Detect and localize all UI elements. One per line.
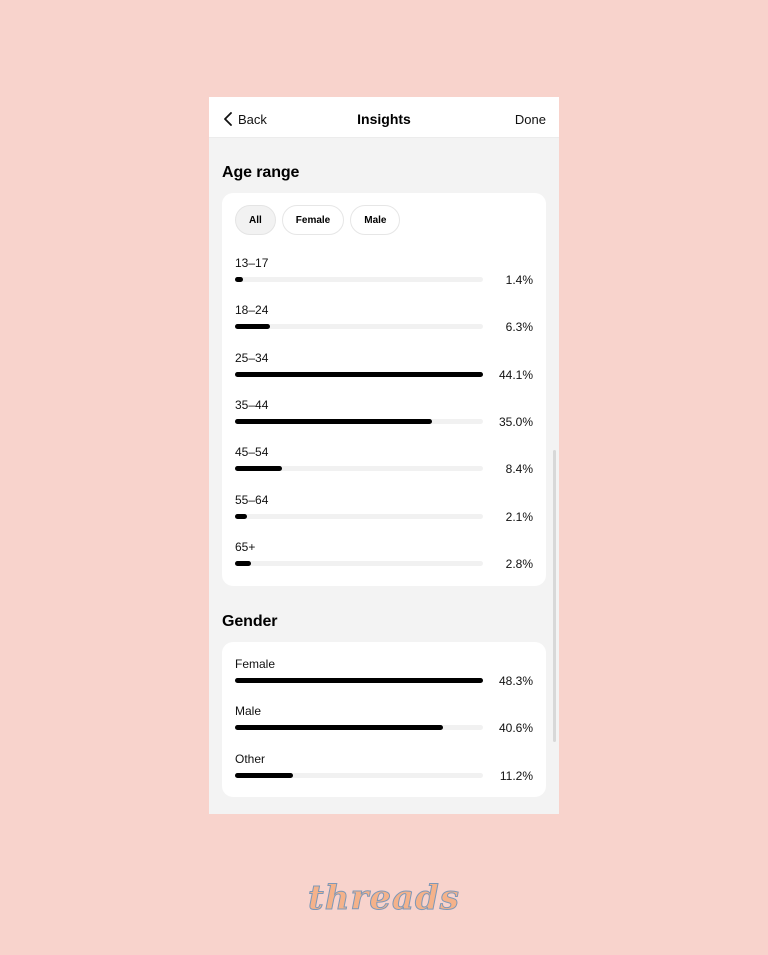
gender-row: Female 48.3%	[235, 657, 533, 688]
age-row-percent: 1.4%	[505, 273, 533, 287]
gender-row-percent: 11.2%	[499, 768, 533, 783]
age-row-label: 55–64	[235, 492, 269, 507]
filter-chip-female[interactable]: Female	[281, 205, 345, 235]
age-row: 45–54 8.4%	[235, 445, 533, 477]
gender-bar-track	[235, 725, 483, 731]
gender-row-label: Female	[235, 657, 276, 671]
gender-row: Male 40.6%	[235, 704, 533, 736]
gender-row-percent: 48.3%	[498, 674, 533, 688]
filter-chip-all[interactable]: All	[235, 205, 276, 235]
insights-screen: Back Insights Done Age range All Female …	[209, 97, 559, 814]
gender-bar-fill	[235, 725, 443, 731]
age-row: 65+ 2.8%	[235, 539, 533, 571]
age-row: 13–17 1.4%	[235, 256, 533, 287]
age-range-heading: Age range	[222, 164, 300, 181]
done-button[interactable]: Done	[515, 112, 546, 127]
age-row-label: 45–54	[235, 445, 269, 460]
age-row-label: 13–17	[235, 256, 269, 270]
age-range-card: All Female Male 13–17 1.4% 18–24 6.3% 25–34 4…	[222, 193, 546, 586]
age-row-label: 18–24	[235, 303, 269, 318]
gender-row-percent: 40.6%	[498, 721, 533, 736]
gender-heading: Gender	[222, 613, 278, 630]
gender-row-label: Male	[235, 704, 262, 719]
age-row-percent: 44.1%	[498, 367, 533, 382]
filter-chip-male[interactable]: Male	[350, 205, 401, 235]
age-row-label: 25–34	[235, 350, 269, 365]
gender-row-label: Other	[235, 751, 266, 766]
age-bar-fill	[235, 418, 432, 424]
gender-bar-fill	[235, 772, 293, 778]
gender-row: Other 11.2%	[235, 751, 533, 783]
age-row-percent: 2.8%	[505, 556, 533, 571]
age-bar-track	[235, 371, 483, 377]
age-row-percent: 35.0%	[498, 414, 533, 429]
age-row-percent: 6.3%	[505, 320, 533, 335]
gender-bar-fill	[235, 678, 483, 683]
page-title: Insights	[357, 111, 411, 127]
age-row: 25–34 44.1%	[235, 350, 533, 382]
scrollbar[interactable]	[553, 450, 556, 742]
age-bar-fill	[235, 466, 282, 472]
age-bar-track	[235, 466, 483, 472]
gender-card: Female 48.3% Male 40.6% Other 11.2%	[222, 642, 546, 797]
age-bar-track	[235, 324, 483, 330]
age-bar-track	[235, 513, 483, 519]
age-row: 35–44 35.0%	[235, 397, 533, 429]
gender-bar-track	[235, 772, 483, 778]
age-bar-fill	[235, 371, 483, 377]
age-bar-track	[235, 560, 483, 566]
age-row-percent: 2.1%	[505, 509, 533, 524]
age-bar-track	[235, 418, 483, 424]
age-row: 18–24 6.3%	[235, 303, 533, 335]
age-row: 55–64 2.1%	[235, 492, 533, 524]
age-bar-fill	[235, 277, 243, 282]
age-bar-fill	[235, 324, 270, 330]
age-row-label: 65+	[235, 539, 256, 554]
threads-logo: threads	[308, 878, 460, 919]
age-bar-fill	[235, 513, 247, 519]
age-row-label: 35–44	[235, 397, 269, 412]
age-bar-fill	[235, 560, 251, 566]
top-bar: Back Insights Done	[209, 97, 559, 138]
age-filter-chips: All Female Male	[235, 205, 401, 235]
gender-bar-track	[235, 678, 483, 683]
age-row-percent: 8.4%	[505, 462, 533, 477]
age-bar-track	[235, 277, 483, 282]
